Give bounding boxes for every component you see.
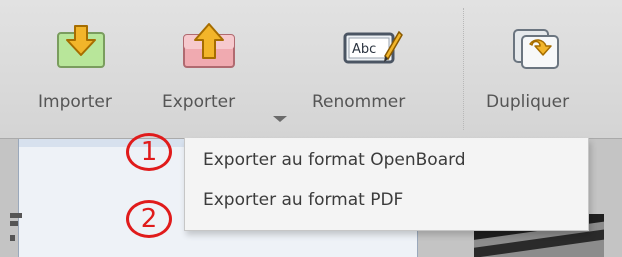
import-icon xyxy=(57,25,105,68)
menu-item-export-openboard[interactable]: Exporter au format OpenBoard xyxy=(203,150,466,170)
resize-handle-icon xyxy=(10,213,22,241)
annotation-callout-2: 2 xyxy=(126,200,172,238)
duplicate-label[interactable]: Dupliquer xyxy=(486,92,569,112)
export-dropdown-arrow-icon[interactable] xyxy=(273,116,287,122)
rename-icon: Abc xyxy=(343,30,403,64)
duplicate-icon xyxy=(513,29,559,69)
toolbar: Importer Exporter Abc Renommer Dupliquer xyxy=(0,0,622,139)
annotation-callout-1: 1 xyxy=(126,133,172,171)
export-menu: Exporter au format OpenBoard Exporter au… xyxy=(184,138,589,231)
svg-text:Abc: Abc xyxy=(352,42,376,57)
export-icon xyxy=(183,23,235,68)
import-label[interactable]: Importer xyxy=(38,92,112,112)
rename-label[interactable]: Renommer xyxy=(312,92,405,112)
menu-item-export-pdf[interactable]: Exporter au format PDF xyxy=(203,190,403,210)
export-label[interactable]: Exporter xyxy=(162,92,235,112)
toolbar-separator xyxy=(463,8,464,130)
